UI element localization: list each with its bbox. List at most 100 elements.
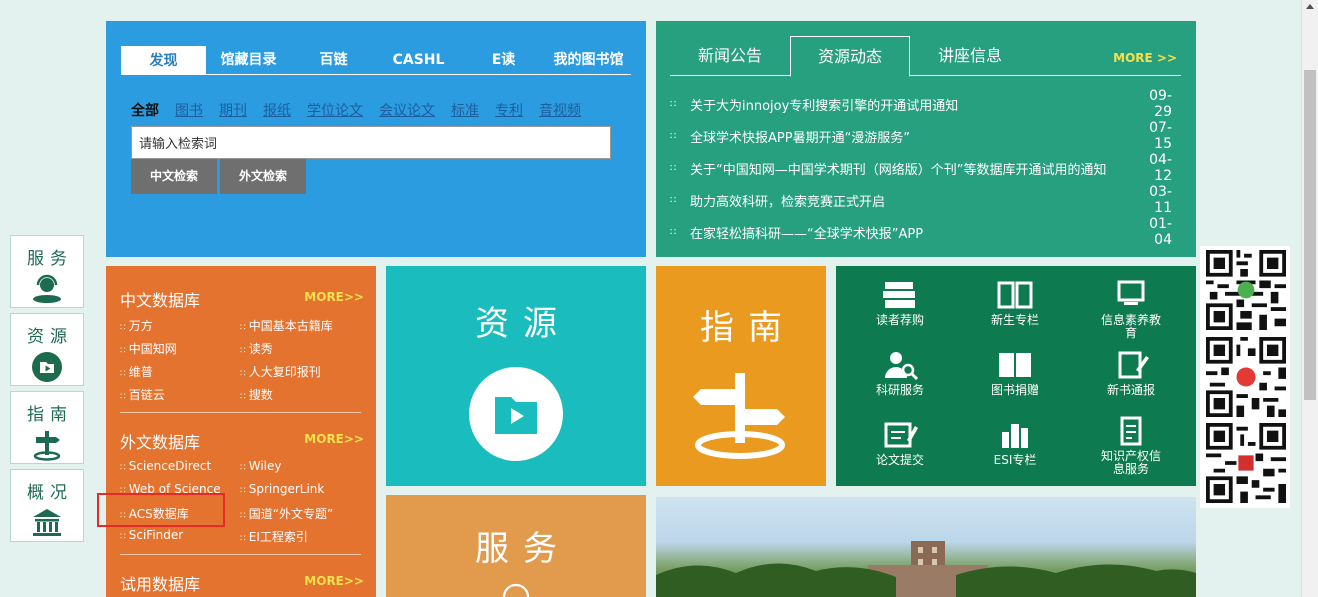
side-nav-guide-label: 指南 [27,405,73,425]
resource-tile-label: 资源 [475,304,571,344]
trial-db-more-link[interactable]: MORE>> [304,574,364,588]
search-type-standards[interactable]: 标准 [451,100,479,120]
news-item[interactable]: ∷ 助力高效科研，检索竞赛正式开启 03-11 [670,184,1172,216]
wechat-qr-icon [1206,250,1286,330]
news-date: 07-15 [1149,120,1172,152]
service-research[interactable]: 科研服务 [845,350,955,397]
search-type-all[interactable]: 全部 [131,100,159,120]
search-panel: 发现 馆藏目录 百链 CASHL E读 我的图书馆 全部 图书 期刊 报纸 学位… [106,21,646,257]
side-nav-overview[interactable]: 概况 [10,469,84,542]
db-link-wiley[interactable]: Wiley [240,459,282,473]
presentation-icon [1117,280,1145,305]
side-nav-resource[interactable]: 资源 [10,313,84,386]
service-tile[interactable]: 服务 [386,495,646,597]
tab-resource-updates[interactable]: 资源动态 [790,36,910,77]
news-date: 01-04 [1149,216,1172,248]
db-link-scifinder[interactable]: SciFinder [120,528,183,542]
bullet-icon: ∷ [670,226,677,238]
news-title: 助力高效科研，检索竞赛正式开启 [690,194,886,210]
news-item[interactable]: ∷ 关于大为innojoy专利搜索引擎的开通试用通知 09-29 [670,88,1172,120]
books-icon [883,282,915,308]
service-label: 新书通报 [1106,383,1155,397]
resource-tile[interactable]: 资源 [386,266,646,486]
weibo-qr-icon [1206,337,1286,417]
search-tab-discover[interactable]: 发现 [121,46,206,75]
search-input[interactable] [131,126,611,159]
service-label: 信息素养教育 [1101,313,1162,340]
service-book-donation[interactable]: 图书捐赠 [960,350,1070,397]
chinese-search-button[interactable]: 中文检索 [131,159,217,194]
tab-news-announcements[interactable]: 新闻公告 [670,36,790,76]
news-item[interactable]: ∷ 全球学术快报APP暑期开通“漫游服务” 07-15 [670,120,1172,152]
news-more-link[interactable]: MORE >> [1113,51,1177,65]
service-label: 图书捐赠 [990,383,1039,397]
service-paper-submit[interactable]: 论文提交 [845,420,955,467]
search-tab-eread[interactable]: E读 [461,46,546,75]
service-tile-label: 服务 [475,529,571,569]
acs-highlight-box [97,493,225,527]
divider [120,554,361,555]
service-reader-recommend[interactable]: 读者荐购 [845,280,955,327]
db-link-renda[interactable]: 人大复印报刊 [240,363,321,380]
service-grid: 读者荐购 新生专栏 信息素养教育 科研服务 图书捐赠 新书通报 论文提交 ESI… [836,266,1196,486]
db-link-bailianyun[interactable]: 百链云 [120,386,165,403]
campus-building-image [656,541,1196,597]
service-freshman[interactable]: 新生专栏 [960,280,1070,327]
search-tab-catalog[interactable]: 馆藏目录 [206,46,291,75]
service-info-literacy[interactable]: 信息素养教育 [1076,280,1186,340]
bullet-icon: ∷ [670,162,677,174]
tab-lecture-info[interactable]: 讲座信息 [910,36,1030,76]
search-tab-my-library[interactable]: 我的图书馆 [546,46,631,75]
db-link-vip[interactable]: 维普 [120,363,153,380]
search-type-theses[interactable]: 学位论文 [307,100,363,120]
bullet-icon: ∷ [670,130,677,142]
search-type-books[interactable]: 图书 [175,100,203,120]
service-esi[interactable]: ESI专栏 [960,420,1070,467]
campus-photo-banner[interactable] [656,497,1196,597]
db-link-sciencedirect[interactable]: ScienceDirect [120,459,211,473]
search-type-newspapers[interactable]: 报纸 [263,100,291,120]
bullet-icon: ∷ [670,98,677,110]
service-label: ESI专栏 [993,453,1037,467]
search-tab-bailian[interactable]: 百链 [291,46,376,75]
db-link-cnki[interactable]: 中国知网 [120,340,177,357]
service-ip-info[interactable]: 知识产权信息服务 [1076,416,1186,476]
db-link-duxiu[interactable]: 读秀 [240,340,273,357]
search-type-patents[interactable]: 专利 [495,100,523,120]
db-link-guji[interactable]: 中国基本古籍库 [240,317,333,334]
foreign-search-button[interactable]: 外文检索 [220,159,306,194]
news-item[interactable]: ∷ 关于“中国知网—中国学术期刊（网络版）个刊”等数据库开通试用的通知 04-12 [670,152,1172,184]
side-nav-service[interactable]: 服务 [10,235,84,308]
news-panel: 新闻公告 资源动态 讲座信息 MORE >> ∷ 关于大为innojoy专利搜索引… [656,21,1196,257]
paper-submit-icon [884,422,918,448]
open-book-icon [997,281,1033,309]
search-tab-cashl[interactable]: CASHL [376,46,461,75]
search-type-filters: 全部 图书 期刊 报纸 学位论文 会议论文 标准 专利 音视频 [131,100,597,120]
side-nav-guide[interactable]: 指南 [10,391,84,464]
guide-tile[interactable]: 指南 [656,266,826,486]
search-type-conference[interactable]: 会议论文 [379,100,435,120]
db-link-soushu[interactable]: 搜数 [240,386,273,403]
signpost-icon [693,373,785,459]
cn-db-more-link[interactable]: MORE>> [304,290,364,304]
research-search-icon [885,352,919,380]
db-link-guodao[interactable]: 国道“外文专题” [240,505,333,522]
en-db-more-link[interactable]: MORE>> [304,432,364,446]
db-link-ei[interactable]: EI工程索引 [240,528,308,545]
folder-play-icon [469,367,563,461]
page-scrollbar[interactable] [1301,0,1318,597]
database-panel: 中文数据库 MORE>> 万方 中国基本古籍库 中国知网 读秀 维普 人大复印报… [106,266,376,597]
news-item[interactable]: ∷ 在家轻松搞科研——“全球学术快报”APP 01-04 [670,216,1172,248]
search-type-av[interactable]: 音视频 [539,100,581,120]
edit-note-icon [1118,351,1149,379]
news-title: 全球学术快报APP暑期开通“漫游服务” [690,130,911,146]
scrollbar-thumb[interactable] [1304,70,1316,400]
en-db-title: 外文数据库 [120,433,201,452]
scroll-up-arrow-icon[interactable] [1306,4,1314,9]
bullet-icon: ∷ [670,194,677,206]
search-type-journals[interactable]: 期刊 [219,100,247,120]
news-date: 09-29 [1149,88,1172,120]
db-link-springerlink[interactable]: SpringerLink [240,482,325,496]
db-link-wanfang[interactable]: 万方 [120,317,153,334]
service-new-books[interactable]: 新书通报 [1076,350,1186,397]
